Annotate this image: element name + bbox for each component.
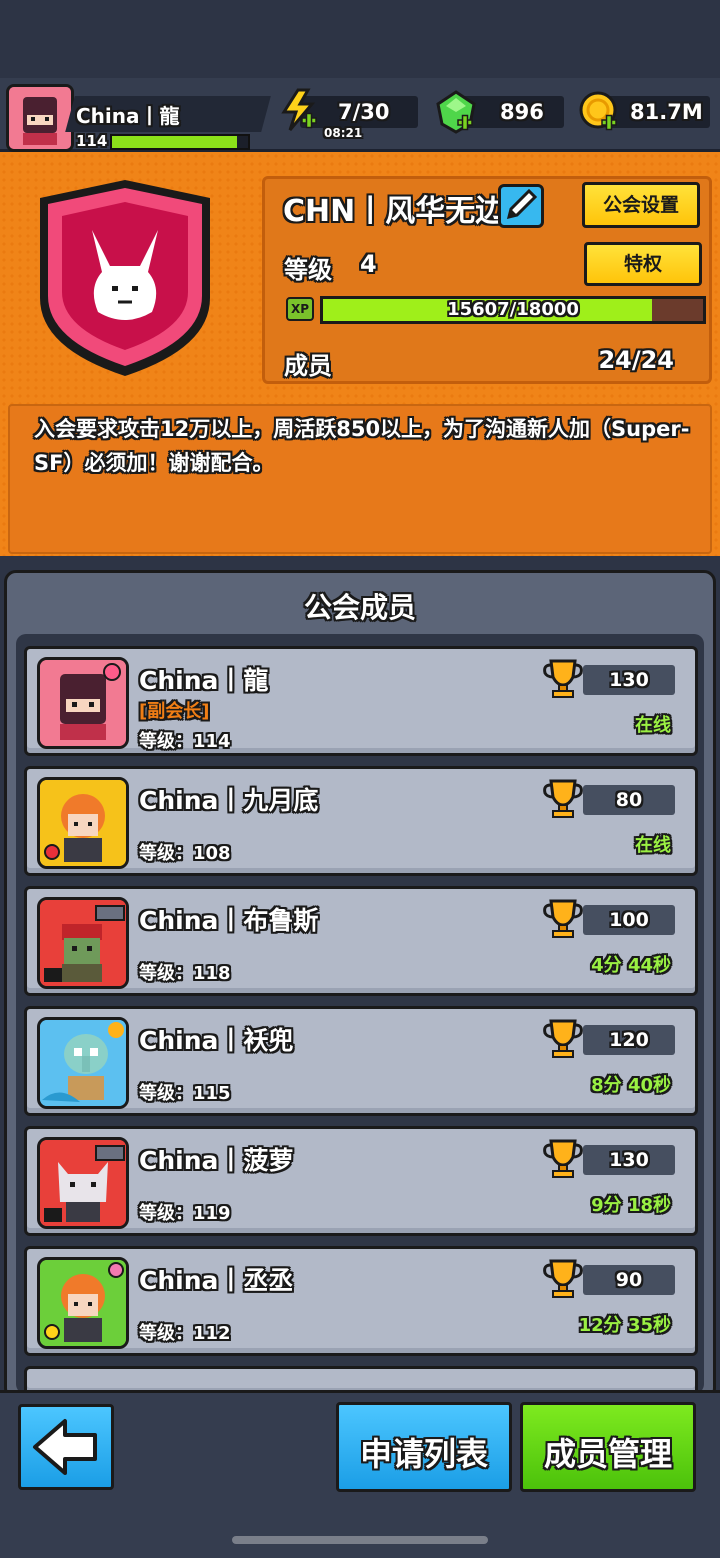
energy-value: 7/30	[338, 100, 390, 124]
trophy-icon	[543, 899, 583, 938]
member-online-status: 在线	[635, 835, 671, 856]
member-row[interactable]: China丨菠萝 等级：119 130 9分 18秒	[24, 1126, 698, 1236]
member-score: 130	[609, 1149, 649, 1171]
player-xp-bar	[110, 134, 250, 150]
member-last-seen: 8分 40秒	[591, 1075, 671, 1096]
member-last-seen: 9分 18秒	[591, 1195, 671, 1216]
member-avatar[interactable]	[37, 657, 129, 749]
member-score: 130	[609, 669, 649, 691]
player-avatar[interactable]	[6, 84, 74, 152]
back-arrow-icon	[33, 1419, 97, 1475]
player-level: 114	[76, 132, 108, 150]
guild-description: 入会要求攻击12万以上，周活跃850以上，为了沟通新人加（Super-SF）必须…	[34, 417, 690, 475]
player-name: China丨龍	[76, 104, 180, 128]
member-level: 等级：118	[139, 963, 231, 984]
member-name: China丨袄兜	[139, 1026, 294, 1055]
member-score: 80	[615, 789, 643, 811]
member-avatar[interactable]	[37, 1257, 129, 1349]
guild-level-label: 等级	[284, 256, 332, 284]
trophy-icon	[543, 779, 583, 818]
member-manage-button[interactable]: 成员管理	[520, 1402, 696, 1492]
member-avatar[interactable]	[37, 777, 129, 869]
member-score: 100	[609, 909, 649, 931]
member-avatar[interactable]	[37, 1137, 129, 1229]
llama-emblem-icon	[40, 180, 210, 376]
energy-timer: 08:21	[324, 126, 363, 140]
system-status-bar	[0, 0, 720, 78]
member-level: 等级：115	[139, 1083, 231, 1104]
gold-coin-icon[interactable]	[578, 90, 622, 134]
member-score: 120	[609, 1029, 649, 1051]
member-last-seen: 4分 44秒	[591, 955, 671, 976]
member-row[interactable]: China丨九月底 等级：108 80 在线	[24, 766, 698, 876]
gold-value: 81.7M	[630, 100, 703, 124]
guild-name: CHN丨风华无边	[283, 194, 506, 229]
member-name: China丨丞丞	[139, 1266, 294, 1295]
trophy-icon	[543, 1259, 583, 1298]
xp-badge-icon: XP	[286, 297, 314, 321]
apply-list-button[interactable]: 申请列表	[336, 1402, 512, 1492]
guild-settings-button[interactable]: 公会设置	[582, 182, 700, 228]
member-level: 等级：114	[139, 731, 231, 752]
member-row[interactable]: China丨布鲁斯 等级：118 100 4分 44秒	[24, 886, 698, 996]
member-online-status: 在线	[635, 715, 671, 736]
member-score: 90	[615, 1269, 643, 1291]
guild-members-count: 24/24	[598, 346, 674, 374]
trophy-icon	[543, 1139, 583, 1178]
member-level: 等级：108	[139, 843, 231, 864]
trophy-icon	[543, 1019, 583, 1058]
member-row[interactable]: China丨袄兜 等级：115 120 8分 40秒	[24, 1006, 698, 1116]
member-avatar[interactable]	[37, 1017, 129, 1109]
member-row[interactable]: China丨龍 [副会长] 等级：114 130 在线	[24, 646, 698, 756]
guild-members-label: 成员	[284, 352, 332, 380]
back-button[interactable]	[18, 1404, 114, 1490]
trophy-icon	[543, 659, 583, 698]
member-role-badge: [副会长]	[139, 701, 210, 722]
member-level: 等级：119	[139, 1203, 231, 1224]
apply-list-label: 申请列表	[359, 1435, 488, 1473]
member-name: China丨九月底	[139, 786, 319, 815]
gems-value: 896	[500, 100, 544, 124]
member-name: China丨布鲁斯	[139, 906, 319, 935]
member-last-seen: 12分 35秒	[578, 1315, 671, 1336]
member-name: China丨菠萝	[139, 1146, 294, 1175]
edit-pencil-icon	[506, 188, 538, 220]
member-level: 等级：112	[139, 1323, 231, 1344]
guild-privilege-button[interactable]: 特权	[584, 242, 702, 286]
gem-icon[interactable]	[434, 90, 478, 134]
member-row[interactable]: China丨丞丞 等级：112 90 12分 35秒	[24, 1246, 698, 1356]
player-xp-fill	[112, 136, 238, 148]
home-indicator[interactable]	[232, 1536, 488, 1544]
member-name: China丨龍	[139, 666, 269, 695]
guild-xp-text: 15607/18000	[447, 299, 579, 320]
guild-level-value: 4	[360, 250, 377, 278]
member-manage-label: 成员管理	[543, 1435, 672, 1473]
energy-bolt-icon[interactable]	[278, 88, 322, 132]
member-avatar[interactable]	[37, 897, 129, 989]
members-title: 公会成员	[303, 591, 416, 624]
guild-xp-bar: 15607/18000	[320, 296, 706, 324]
edit-guild-name-button[interactable]	[498, 184, 544, 228]
